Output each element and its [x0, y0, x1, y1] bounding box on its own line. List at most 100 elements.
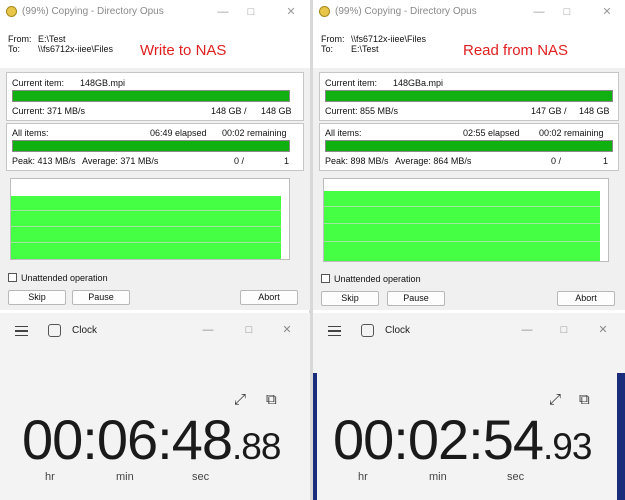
- peak-speed: Peak: 898 MB/s: [325, 156, 389, 166]
- right-panel: (99%) Copying - Directory Opus — □ ✕ Fro…: [313, 0, 625, 500]
- maximize-icon[interactable]: □: [241, 322, 257, 338]
- all-items-label: All items:: [12, 128, 49, 138]
- current-progress-fill: [13, 91, 289, 101]
- current-size: 148 GB /: [211, 106, 247, 116]
- file-count: 0 /: [551, 156, 562, 166]
- maximize-icon[interactable]: □: [559, 4, 575, 20]
- hamburger-menu-icon[interactable]: [328, 326, 341, 336]
- copy-dialog-write: (99%) Copying - Directory Opus — □ ✕ Fro…: [0, 0, 310, 310]
- time-main: 00:06:48: [22, 408, 233, 471]
- clock-title: Clock: [72, 325, 98, 336]
- unit-hr: hr: [45, 471, 55, 483]
- current-item-label: Current item:: [12, 78, 65, 88]
- from-label: From:: [321, 34, 345, 44]
- graph-gridline: [324, 223, 600, 224]
- current-item-value: 148GBa.mpi: [393, 78, 444, 88]
- to-label: To:: [8, 44, 21, 54]
- to-value: \\fs6712x-iiee\Files: [38, 44, 114, 54]
- speed-graph-fill: [11, 196, 281, 259]
- elapsed-time: 06:49 elapsed: [150, 128, 207, 138]
- skip-button[interactable]: Skip: [321, 291, 379, 306]
- remaining-time: 00:02 remaining: [222, 128, 287, 138]
- minimize-icon[interactable]: —: [200, 322, 216, 338]
- pause-button[interactable]: Pause: [72, 290, 130, 305]
- clock-app-write: Clock — □ ✕ ⤢ ⧉ 00:06:48.88 hr min sec: [0, 313, 310, 500]
- maximize-icon[interactable]: □: [243, 4, 259, 20]
- current-size: 147 GB /: [531, 106, 567, 116]
- graph-gridline: [324, 241, 600, 242]
- current-total: 148 GB: [579, 106, 610, 116]
- skip-button[interactable]: Skip: [8, 290, 66, 305]
- graph-gridline: [11, 226, 281, 227]
- file-count-total: 1: [284, 156, 290, 166]
- graph-gridline: [11, 210, 281, 211]
- speed-graph-fill: [324, 191, 600, 261]
- all-progress-fill: [13, 141, 289, 151]
- current-total: 148 GB: [261, 106, 292, 116]
- current-speed: Current: 371 MB/s: [12, 106, 86, 116]
- time-main: 00:02:54: [333, 408, 544, 471]
- stopwatch-time: 00:06:48.88: [22, 407, 281, 472]
- current-progress-bar: [12, 90, 290, 102]
- file-count: 0 /: [234, 156, 245, 166]
- all-progress-bar: [12, 140, 290, 152]
- close-icon[interactable]: ✕: [283, 4, 299, 20]
- annotation-label: Read from NAS: [463, 42, 569, 59]
- unattended-checkbox[interactable]: [321, 274, 330, 283]
- hamburger-menu-icon[interactable]: [15, 326, 28, 336]
- graph-gridline: [324, 206, 600, 207]
- current-progress-bar: [325, 90, 613, 102]
- to-label: To:: [321, 44, 334, 54]
- average-speed: Average: 371 MB/s: [82, 156, 159, 166]
- speed-graph: [323, 178, 609, 262]
- clock-app-icon: [48, 324, 61, 337]
- expand-icon[interactable]: ⤢: [234, 391, 246, 408]
- unit-sec: sec: [507, 471, 525, 483]
- abort-button[interactable]: Abort: [240, 290, 298, 305]
- unit-min: min: [116, 471, 134, 483]
- directory-opus-icon: [319, 6, 330, 17]
- abort-button[interactable]: Abort: [557, 291, 615, 306]
- unit-hr: hr: [358, 471, 368, 483]
- time-fraction: .93: [542, 426, 592, 467]
- current-item-label: Current item:: [325, 78, 378, 88]
- all-progress-fill: [326, 141, 612, 151]
- directory-opus-icon: [6, 6, 17, 17]
- current-speed: Current: 855 MB/s: [325, 106, 399, 116]
- unattended-label: Unattended operation: [334, 274, 421, 284]
- all-progress-bar: [325, 140, 613, 152]
- annotation-label: Write to NAS: [140, 42, 227, 59]
- close-icon[interactable]: ✕: [599, 4, 615, 20]
- remaining-time: 00:02 remaining: [539, 128, 604, 138]
- clock-titlebar: Clock — □ ✕: [0, 313, 310, 349]
- left-panel: (99%) Copying - Directory Opus — □ ✕ Fro…: [0, 0, 310, 500]
- desktop-background: [313, 373, 317, 500]
- from-value: E:\Test: [38, 34, 66, 44]
- desktop-background: [617, 373, 625, 500]
- close-icon[interactable]: ✕: [279, 322, 295, 338]
- from-label: From:: [8, 34, 32, 44]
- dialog-titlebar: (99%) Copying - Directory Opus — □ ✕: [0, 0, 310, 24]
- dialog-title: (99%) Copying - Directory Opus: [22, 6, 164, 17]
- minimize-icon[interactable]: —: [531, 4, 547, 20]
- clock-titlebar: Clock — □ ✕: [313, 313, 625, 349]
- pin-icon[interactable]: ⧉: [266, 391, 277, 408]
- to-value: E:\Test: [351, 44, 379, 54]
- minimize-icon[interactable]: —: [519, 322, 535, 338]
- minimize-icon[interactable]: —: [215, 4, 231, 20]
- pause-button[interactable]: Pause: [387, 291, 445, 306]
- speed-graph: [10, 178, 290, 260]
- current-item-value: 148GB.mpi: [80, 78, 126, 88]
- time-fraction: .88: [231, 426, 281, 467]
- peak-speed: Peak: 413 MB/s: [12, 156, 76, 166]
- pin-icon[interactable]: ⧉: [579, 391, 590, 408]
- close-icon[interactable]: ✕: [595, 322, 611, 338]
- expand-icon[interactable]: ⤢: [549, 391, 561, 408]
- dialog-titlebar: (99%) Copying - Directory Opus — □ ✕: [313, 0, 625, 24]
- maximize-icon[interactable]: □: [556, 322, 572, 338]
- all-items-label: All items:: [325, 128, 362, 138]
- average-speed: Average: 864 MB/s: [395, 156, 472, 166]
- unattended-label: Unattended operation: [21, 273, 108, 283]
- dialog-title: (99%) Copying - Directory Opus: [335, 6, 477, 17]
- unattended-checkbox[interactable]: [8, 273, 17, 282]
